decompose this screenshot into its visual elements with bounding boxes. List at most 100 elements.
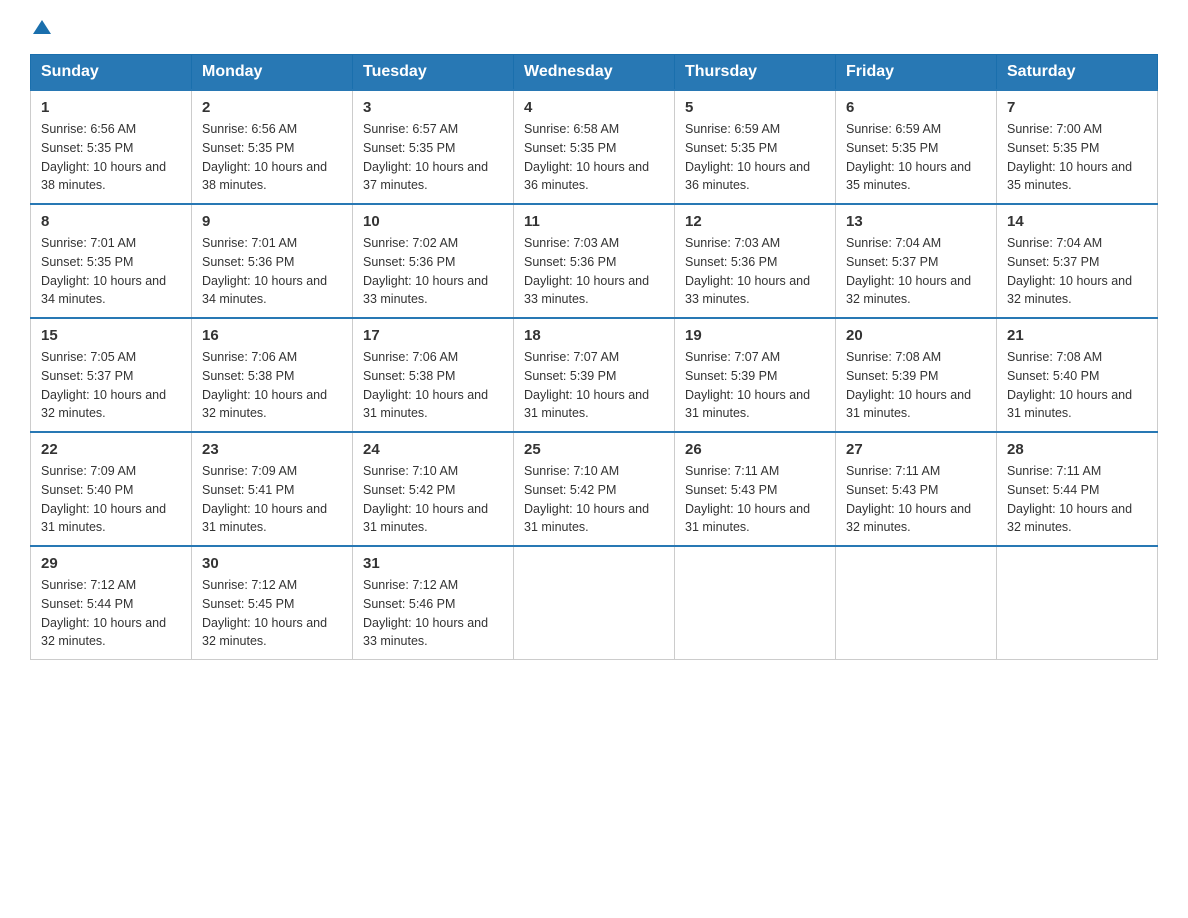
calendar-cell: 6 Sunrise: 6:59 AMSunset: 5:35 PMDaylight… bbox=[836, 90, 997, 204]
day-info: Sunrise: 7:08 AMSunset: 5:40 PMDaylight:… bbox=[1007, 348, 1147, 423]
calendar-cell: 20Sunrise: 7:08 AMSunset: 5:39 PMDayligh… bbox=[836, 318, 997, 432]
calendar-cell: 9Sunrise: 7:01 AMSunset: 5:36 PMDaylight… bbox=[192, 204, 353, 318]
day-number: 3 bbox=[363, 99, 503, 116]
day-number: 14 bbox=[1007, 213, 1147, 230]
calendar-header-saturday: Saturday bbox=[997, 55, 1158, 91]
calendar-header-monday: Monday bbox=[192, 55, 353, 91]
day-info: Sunrise: 7:05 AMSunset: 5:37 PMDaylight:… bbox=[41, 348, 181, 423]
page-header bbox=[30, 20, 1158, 34]
calendar-week-4: 22 Sunrise: 7:09 AMSunset: 5:40 PMDayligh… bbox=[31, 432, 1158, 546]
calendar-cell: 2 Sunrise: 6:56 AMSunset: 5:35 PMDaylight… bbox=[192, 90, 353, 204]
day-number: 12 bbox=[685, 213, 825, 230]
calendar-cell: 5 Sunrise: 6:59 AMSunset: 5:35 PMDaylight… bbox=[675, 90, 836, 204]
day-info: Sunrise: 7:00 AMSunset: 5:35 PMDaylight:… bbox=[1007, 120, 1147, 195]
day-number: 29 bbox=[41, 555, 181, 572]
day-info: Sunrise: 7:09 AMSunset: 5:41 PMDaylight:… bbox=[202, 462, 342, 537]
day-number: 4 bbox=[524, 99, 664, 116]
calendar-cell: 18 Sunrise: 7:07 AMSunset: 5:39 PMDayligh… bbox=[514, 318, 675, 432]
day-info: Sunrise: 7:07 AMSunset: 5:39 PMDaylight:… bbox=[524, 348, 664, 423]
calendar-cell: 27 Sunrise: 7:11 AMSunset: 5:43 PMDayligh… bbox=[836, 432, 997, 546]
calendar-cell: 14 Sunrise: 7:04 AMSunset: 5:37 PMDayligh… bbox=[997, 204, 1158, 318]
day-number: 7 bbox=[1007, 99, 1147, 116]
calendar-cell bbox=[836, 546, 997, 660]
calendar-cell: 19 Sunrise: 7:07 AMSunset: 5:39 PMDayligh… bbox=[675, 318, 836, 432]
calendar-cell: 3 Sunrise: 6:57 AMSunset: 5:35 PMDaylight… bbox=[353, 90, 514, 204]
day-info: Sunrise: 7:09 AMSunset: 5:40 PMDaylight:… bbox=[41, 462, 181, 537]
calendar-cell: 17Sunrise: 7:06 AMSunset: 5:38 PMDayligh… bbox=[353, 318, 514, 432]
day-info: Sunrise: 7:12 AMSunset: 5:45 PMDaylight:… bbox=[202, 576, 342, 651]
calendar-header-friday: Friday bbox=[836, 55, 997, 91]
day-info: Sunrise: 7:11 AMSunset: 5:43 PMDaylight:… bbox=[685, 462, 825, 537]
day-info: Sunrise: 7:10 AMSunset: 5:42 PMDaylight:… bbox=[363, 462, 503, 537]
calendar-cell: 7 Sunrise: 7:00 AMSunset: 5:35 PMDaylight… bbox=[997, 90, 1158, 204]
day-info: Sunrise: 7:04 AMSunset: 5:37 PMDaylight:… bbox=[1007, 234, 1147, 309]
day-number: 26 bbox=[685, 441, 825, 458]
day-number: 5 bbox=[685, 99, 825, 116]
day-info: Sunrise: 7:01 AMSunset: 5:35 PMDaylight:… bbox=[41, 234, 181, 309]
day-info: Sunrise: 6:59 AMSunset: 5:35 PMDaylight:… bbox=[685, 120, 825, 195]
day-number: 23 bbox=[202, 441, 342, 458]
calendar-header-thursday: Thursday bbox=[675, 55, 836, 91]
day-number: 8 bbox=[41, 213, 181, 230]
day-number: 15 bbox=[41, 327, 181, 344]
day-info: Sunrise: 7:03 AMSunset: 5:36 PMDaylight:… bbox=[524, 234, 664, 309]
calendar-cell: 4 Sunrise: 6:58 AMSunset: 5:35 PMDaylight… bbox=[514, 90, 675, 204]
calendar-cell: 31 Sunrise: 7:12 AMSunset: 5:46 PMDayligh… bbox=[353, 546, 514, 660]
day-info: Sunrise: 7:12 AMSunset: 5:46 PMDaylight:… bbox=[363, 576, 503, 651]
day-info: Sunrise: 7:12 AMSunset: 5:44 PMDaylight:… bbox=[41, 576, 181, 651]
day-number: 1 bbox=[41, 99, 181, 116]
day-number: 18 bbox=[524, 327, 664, 344]
calendar-cell bbox=[514, 546, 675, 660]
calendar-cell: 28Sunrise: 7:11 AMSunset: 5:44 PMDayligh… bbox=[997, 432, 1158, 546]
day-number: 16 bbox=[202, 327, 342, 344]
calendar-cell: 22 Sunrise: 7:09 AMSunset: 5:40 PMDayligh… bbox=[31, 432, 192, 546]
calendar-header-sunday: Sunday bbox=[31, 55, 192, 91]
calendar-cell: 10Sunrise: 7:02 AMSunset: 5:36 PMDayligh… bbox=[353, 204, 514, 318]
calendar-header-wednesday: Wednesday bbox=[514, 55, 675, 91]
day-number: 30 bbox=[202, 555, 342, 572]
day-number: 21 bbox=[1007, 327, 1147, 344]
day-number: 10 bbox=[363, 213, 503, 230]
day-number: 25 bbox=[524, 441, 664, 458]
day-info: Sunrise: 7:10 AMSunset: 5:42 PMDaylight:… bbox=[524, 462, 664, 537]
day-number: 13 bbox=[846, 213, 986, 230]
calendar-cell: 8 Sunrise: 7:01 AMSunset: 5:35 PMDaylight… bbox=[31, 204, 192, 318]
day-info: Sunrise: 6:58 AMSunset: 5:35 PMDaylight:… bbox=[524, 120, 664, 195]
day-info: Sunrise: 7:11 AMSunset: 5:44 PMDaylight:… bbox=[1007, 462, 1147, 537]
calendar-cell: 13 Sunrise: 7:04 AMSunset: 5:37 PMDayligh… bbox=[836, 204, 997, 318]
day-info: Sunrise: 7:07 AMSunset: 5:39 PMDaylight:… bbox=[685, 348, 825, 423]
day-number: 2 bbox=[202, 99, 342, 116]
day-number: 22 bbox=[41, 441, 181, 458]
calendar-cell bbox=[997, 546, 1158, 660]
calendar-week-3: 15 Sunrise: 7:05 AMSunset: 5:37 PMDayligh… bbox=[31, 318, 1158, 432]
calendar-cell: 29 Sunrise: 7:12 AMSunset: 5:44 PMDayligh… bbox=[31, 546, 192, 660]
calendar-week-5: 29 Sunrise: 7:12 AMSunset: 5:44 PMDayligh… bbox=[31, 546, 1158, 660]
calendar-cell bbox=[675, 546, 836, 660]
day-info: Sunrise: 7:03 AMSunset: 5:36 PMDaylight:… bbox=[685, 234, 825, 309]
day-number: 31 bbox=[363, 555, 503, 572]
day-number: 11 bbox=[524, 213, 664, 230]
day-info: Sunrise: 7:06 AMSunset: 5:38 PMDaylight:… bbox=[363, 348, 503, 423]
day-info: Sunrise: 6:57 AMSunset: 5:35 PMDaylight:… bbox=[363, 120, 503, 195]
calendar-cell: 11 Sunrise: 7:03 AMSunset: 5:36 PMDayligh… bbox=[514, 204, 675, 318]
day-number: 27 bbox=[846, 441, 986, 458]
day-info: Sunrise: 6:59 AMSunset: 5:35 PMDaylight:… bbox=[846, 120, 986, 195]
day-info: Sunrise: 6:56 AMSunset: 5:35 PMDaylight:… bbox=[41, 120, 181, 195]
calendar-cell: 1 Sunrise: 6:56 AMSunset: 5:35 PMDaylight… bbox=[31, 90, 192, 204]
day-number: 19 bbox=[685, 327, 825, 344]
calendar-table: SundayMondayTuesdayWednesdayThursdayFrid… bbox=[30, 54, 1158, 660]
calendar-cell: 16Sunrise: 7:06 AMSunset: 5:38 PMDayligh… bbox=[192, 318, 353, 432]
day-info: Sunrise: 6:56 AMSunset: 5:35 PMDaylight:… bbox=[202, 120, 342, 195]
day-info: Sunrise: 7:11 AMSunset: 5:43 PMDaylight:… bbox=[846, 462, 986, 537]
calendar-cell: 25 Sunrise: 7:10 AMSunset: 5:42 PMDayligh… bbox=[514, 432, 675, 546]
calendar-week-2: 8 Sunrise: 7:01 AMSunset: 5:35 PMDaylight… bbox=[31, 204, 1158, 318]
calendar-cell: 30 Sunrise: 7:12 AMSunset: 5:45 PMDayligh… bbox=[192, 546, 353, 660]
calendar-week-1: 1 Sunrise: 6:56 AMSunset: 5:35 PMDaylight… bbox=[31, 90, 1158, 204]
calendar-body: 1 Sunrise: 6:56 AMSunset: 5:35 PMDaylight… bbox=[31, 90, 1158, 660]
calendar-header-tuesday: Tuesday bbox=[353, 55, 514, 91]
logo bbox=[30, 20, 51, 34]
day-number: 20 bbox=[846, 327, 986, 344]
day-number: 24 bbox=[363, 441, 503, 458]
day-number: 6 bbox=[846, 99, 986, 116]
day-info: Sunrise: 7:04 AMSunset: 5:37 PMDaylight:… bbox=[846, 234, 986, 309]
